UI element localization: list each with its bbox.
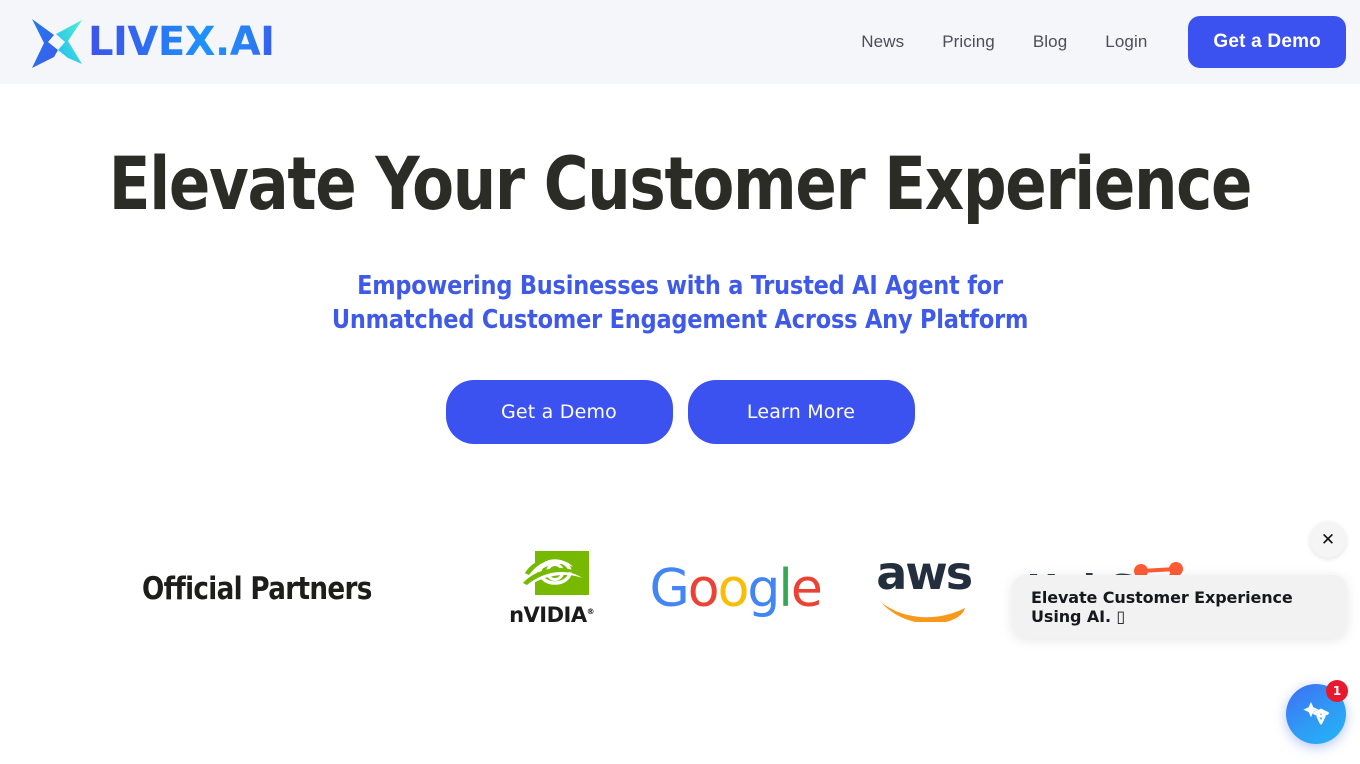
chat-greeting-text: Elevate Customer Experience Using AI. ▯ [1031,587,1293,626]
nav-link-login[interactable]: Login [1086,22,1166,62]
chat-unread-badge: 1 [1326,680,1348,702]
nvidia-eye-icon [515,551,589,600]
nav-link-pricing[interactable]: Pricing [923,22,1014,62]
livex-x-mark-icon [28,11,86,73]
hero-title: Elevate Your Customer Experience [108,142,1253,227]
aws-smile-icon [878,596,970,627]
hero-learn-more-button[interactable]: Learn More [687,380,915,445]
site-header: LIVEX.AI News Pricing Blog Login Get a D… [0,0,1360,84]
main-navigation: News Pricing Blog Login Get a Demo [842,16,1346,68]
hero-get-demo-button[interactable]: Get a Demo [445,380,673,445]
nav-link-blog[interactable]: Blog [1014,22,1086,62]
partner-logo-aws: aws [876,546,973,627]
hero-cta-group: Get a Demo Learn More [0,380,1360,445]
chat-close-button[interactable]: ✕ [1310,522,1346,558]
partner-logo-nvidia: nVIDIA® [509,551,595,628]
sparkle-icon [1298,695,1334,734]
chat-greeting-bubble[interactable]: Elevate Customer Experience Using AI. ▯ [1012,575,1347,638]
aws-wordmark: aws [876,546,973,601]
partners-label: Official Partners [142,571,372,608]
partner-logo-google: Google [649,559,822,620]
google-wordmark: Google [649,559,822,620]
brand-name: LIVEX.AI [88,19,275,65]
hero-section: Elevate Your Customer Experience Empower… [0,84,1360,445]
header-get-demo-button[interactable]: Get a Demo [1188,16,1346,68]
nvidia-wordmark: nVIDIA® [509,603,595,628]
hero-subtitle: Empowering Businesses with a Trusted AI … [331,270,1029,336]
nav-link-news[interactable]: News [842,22,923,62]
brand-logo[interactable]: LIVEX.AI [28,11,275,73]
